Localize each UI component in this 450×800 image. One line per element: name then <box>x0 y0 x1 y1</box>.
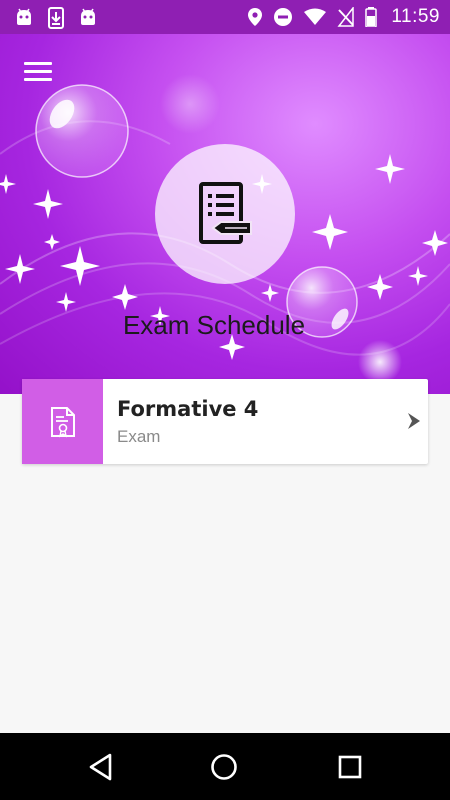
android-icon <box>14 7 34 29</box>
exam-subtitle: Exam <box>117 427 161 446</box>
no-sim-icon <box>337 7 355 27</box>
hamburger-line <box>24 70 52 73</box>
home-icon[interactable] <box>210 753 238 781</box>
menu-button[interactable] <box>24 62 54 84</box>
clock: 11:59 <box>391 6 440 27</box>
page-title: Exam Schedule <box>122 310 306 340</box>
hamburger-menu-icon <box>24 62 52 65</box>
exam-title: Formative 4 <box>117 397 259 421</box>
wifi-icon <box>303 8 327 26</box>
recents-icon[interactable] <box>338 755 362 779</box>
header-logo <box>155 144 295 284</box>
notification-icons <box>14 7 98 29</box>
certificate-document-icon <box>50 406 75 438</box>
chevron-right-icon <box>408 413 420 429</box>
exam-document-icon <box>199 182 252 244</box>
navigation-bar <box>0 733 450 800</box>
exam-icon-box <box>22 379 103 464</box>
status-bar: 11:59 <box>0 0 450 34</box>
battery-icon <box>365 7 378 27</box>
do-not-disturb-icon <box>273 7 293 27</box>
header-banner: Exam Schedule <box>0 34 450 394</box>
android-icon <box>78 7 98 29</box>
system-icons: 11:59 <box>247 6 440 28</box>
location-icon <box>247 7 263 27</box>
exam-list-item[interactable]: Formative 4 Exam <box>22 379 428 464</box>
back-icon[interactable] <box>88 753 114 781</box>
hamburger-line <box>24 78 52 81</box>
download-icon <box>46 7 66 29</box>
